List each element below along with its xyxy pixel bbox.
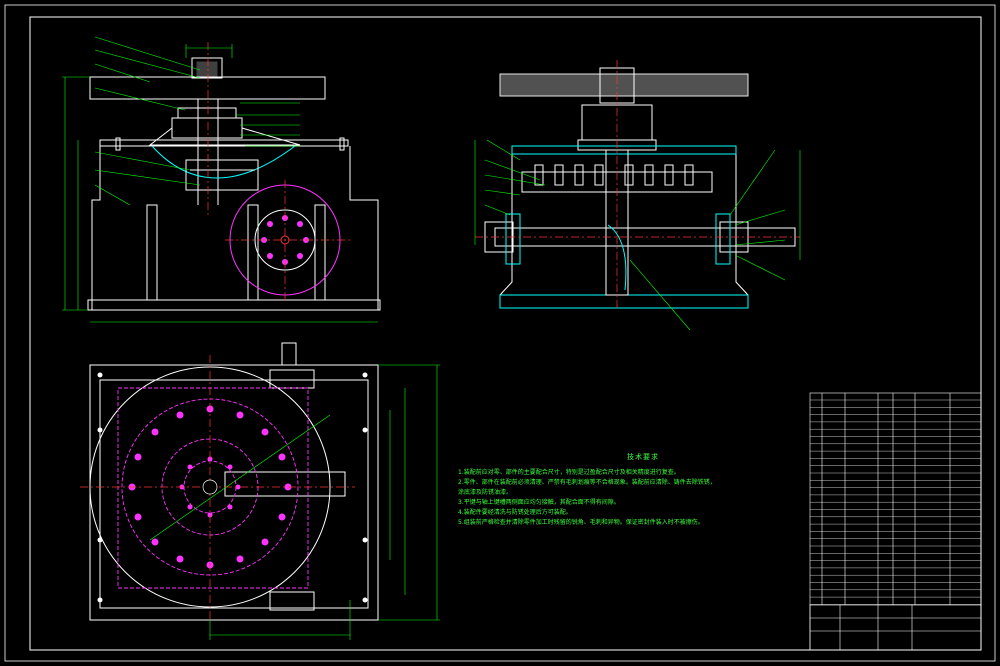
parts-list-rows xyxy=(810,399,981,605)
tech-note-2b: 涂底漆及防锈油漆。 xyxy=(458,489,513,496)
technical-requirements: 技术要求 1.装配前应对零、部件的主要配合尺寸，特别是过盈配合尺寸及相关精度进行… xyxy=(458,452,788,528)
inner-border xyxy=(29,16,982,651)
side-view-center-lines xyxy=(475,60,800,310)
outer-border xyxy=(4,4,996,662)
tech-notes-title: 技术要求 xyxy=(627,453,659,461)
front-view-center-lines xyxy=(207,42,350,300)
front-view-dimensions xyxy=(62,36,378,323)
plan-view-center-lines xyxy=(80,355,355,620)
side-view-dimensions xyxy=(474,139,801,331)
cad-drawing-sheet xyxy=(4,4,996,662)
tech-note-2: 2.零件、部件在装配前必须清理、严禁有毛刺划痕等不合格现象。装配前应清除、铸件去… xyxy=(458,479,716,486)
plan-view-dimensions xyxy=(149,364,440,640)
front-view xyxy=(87,57,381,311)
tech-note-4: 4.装配件要经清洗与防锈处理后方可装配。 xyxy=(458,509,572,516)
tech-note-1: 1.装配前应对零、部件的主要配合尺寸，特别是过盈配合尺寸及相关精度进行复查。 xyxy=(458,469,680,476)
tech-note-3: 3.平键与轴上键槽两侧面应均匀接触，其配合面不得有间隙。 xyxy=(458,499,620,506)
parts-list-table xyxy=(809,392,982,651)
tech-note-5: 5.组装前严格检查并清除零件加工时残留的锐角、毛刺和异物。保证密封件装入时不被擦… xyxy=(458,519,704,526)
